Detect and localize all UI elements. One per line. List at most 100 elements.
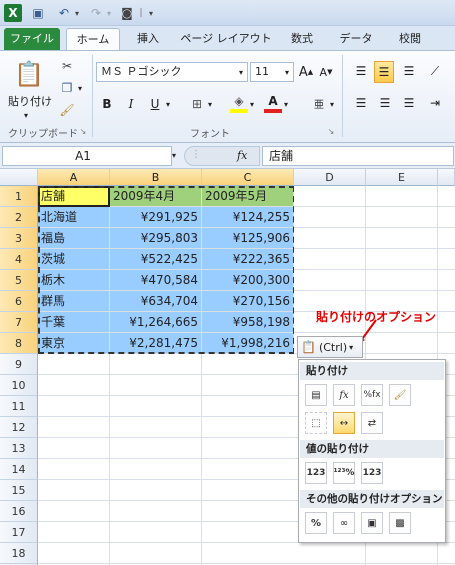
table-cell[interactable]: 千葉 [38,312,110,333]
table-cell[interactable]: ¥2,281,475 [110,333,202,354]
paste-formulas-number-format-icon[interactable]: %fx [361,384,383,406]
tab-insert[interactable]: 挿入 [128,28,168,50]
insert-function-icon[interactable]: fx [237,149,257,163]
format-painter-icon[interactable]: 🖌 [58,101,76,119]
table-cell[interactable]: ¥1,264,665 [110,312,202,333]
font-launcher-icon[interactable]: ↘ [326,125,336,137]
row-header[interactable]: 4 [0,249,38,270]
table-cell[interactable]: ¥222,365 [202,249,294,270]
paste-dropdown-icon[interactable]: ▾ [18,110,34,120]
table-cell[interactable]: ¥958,198 [202,312,294,333]
shrink-font-button[interactable]: A ▼ [318,63,334,81]
table-cell[interactable]: 群馬 [38,291,110,312]
tab-data[interactable]: データ [334,28,378,50]
row-header[interactable]: 9 [0,354,38,375]
phonetic-icon[interactable]: 亜 [310,93,328,113]
select-all-corner[interactable] [0,169,38,186]
table-cell[interactable]: ¥295,803 [110,228,202,249]
row-header[interactable]: 15 [0,480,38,501]
table-cell[interactable]: ¥470,584 [110,270,202,291]
align-top-icon[interactable]: ☰ [352,61,370,81]
underline-dropdown-icon[interactable]: ▾ [164,97,172,111]
table-cell[interactable]: 北海道 [38,207,110,228]
orientation-icon[interactable]: ⟋ [426,61,444,81]
table-cell[interactable]: ¥291,925 [110,207,202,228]
column-header-e[interactable]: E [366,169,438,186]
paste-link-icon[interactable]: ∞ [333,512,355,534]
row-header[interactable]: 11 [0,396,38,417]
column-header-c[interactable]: C [202,169,294,186]
table-cell[interactable]: ¥125,906 [202,228,294,249]
copy-icon[interactable]: ❐ [58,79,76,97]
align-right-icon[interactable]: ☰ [400,93,418,113]
name-box-dropdown-icon[interactable]: ▾ [172,151,182,163]
table-cell[interactable]: ¥634,704 [110,291,202,312]
row-header[interactable]: 18 [0,543,38,564]
tab-formulas[interactable]: 数式 [282,28,322,50]
font-color-dropdown-icon[interactable]: ▾ [282,97,290,111]
row-header[interactable]: 1 [0,186,38,207]
undo-icon[interactable]: ↶ [56,4,72,22]
underline-button[interactable]: U [146,95,164,113]
column-header-a[interactable]: A [38,169,110,186]
phonetic-dropdown-icon[interactable]: ▾ [328,97,336,111]
align-bottom-icon[interactable]: ☰ [400,61,418,81]
column-header-b[interactable]: B [110,169,202,186]
italic-button[interactable]: I [122,95,140,113]
camera-icon[interactable]: ◙ [118,4,136,22]
font-name-combo[interactable]: ＭＳ Ｐゴシック [96,62,248,82]
font-size-dropdown-icon[interactable]: ▾ [282,65,292,79]
font-name-dropdown-icon[interactable]: ▾ [236,65,246,79]
table-cell[interactable]: ¥200,300 [202,270,294,291]
row-header[interactable]: 8 [0,333,38,354]
tab-review[interactable]: 校閲 [390,28,430,50]
table-cell[interactable]: 栃木 [38,270,110,291]
paste-options-tag[interactable]: 📋 (Ctrl) ▾ [297,336,363,358]
tab-page-layout[interactable]: ページ レイアウト [178,28,274,50]
row-header[interactable]: 10 [0,375,38,396]
paste-formatting-icon[interactable]: % [305,512,327,534]
row-header[interactable]: 13 [0,438,38,459]
paste-values-icon[interactable]: 123 [305,462,327,484]
column-header-f[interactable] [438,169,455,186]
keep-source-column-widths-icon[interactable]: ↔ [333,412,355,434]
row-header[interactable]: 12 [0,417,38,438]
linked-picture-icon[interactable]: ▩ [389,512,411,534]
row-header[interactable]: 7 [0,312,38,333]
values-number-format-icon[interactable]: ¹²³% [333,462,355,484]
table-header-cell[interactable]: 2009年5月 [202,186,294,207]
fill-color-icon[interactable]: ◈ [230,93,248,113]
copy-dropdown-icon[interactable]: ▾ [76,81,84,95]
paste-formulas-icon[interactable]: fx [333,384,355,406]
tab-file[interactable]: ファイル [4,28,60,50]
undo-dropdown-icon[interactable]: ▾ [72,4,82,22]
no-borders-icon[interactable]: ⬚ [305,412,327,434]
cut-icon[interactable]: ✂ [58,57,76,75]
table-header-cell[interactable]: 店舗 [38,186,110,207]
customize-qat-icon[interactable]: ▾ [146,4,156,22]
grow-font-button[interactable]: A ▲ [298,63,314,81]
redo-icon[interactable]: ↷ [88,4,104,22]
borders-icon[interactable]: ⊞ [188,95,206,113]
tab-home[interactable]: ホーム [66,28,120,50]
borders-dropdown-icon[interactable]: ▾ [206,97,214,111]
transpose-icon[interactable]: ⇄ [361,412,383,434]
row-header[interactable]: 2 [0,207,38,228]
values-source-formatting-icon[interactable]: 123 [361,462,383,484]
redo-dropdown-icon[interactable]: ▾ [104,4,114,22]
align-left-icon[interactable]: ☰ [352,93,370,113]
row-header[interactable]: 3 [0,228,38,249]
paste-icon[interactable]: ▤ [305,384,327,406]
row-header[interactable]: 16 [0,501,38,522]
table-cell[interactable]: 福島 [38,228,110,249]
table-header-cell[interactable]: 2009年4月 [110,186,202,207]
table-cell[interactable]: ¥124,255 [202,207,294,228]
font-color-icon[interactable]: A [264,93,282,113]
table-cell[interactable]: ¥270,156 [202,291,294,312]
column-header-d[interactable]: D [294,169,366,186]
table-cell[interactable]: ¥522,425 [110,249,202,270]
table-cell[interactable]: ¥1,998,216 [202,333,294,354]
formula-input[interactable]: 店舗 [262,146,454,166]
paste-picture-icon[interactable]: ▣ [361,512,383,534]
row-header[interactable]: 17 [0,522,38,543]
